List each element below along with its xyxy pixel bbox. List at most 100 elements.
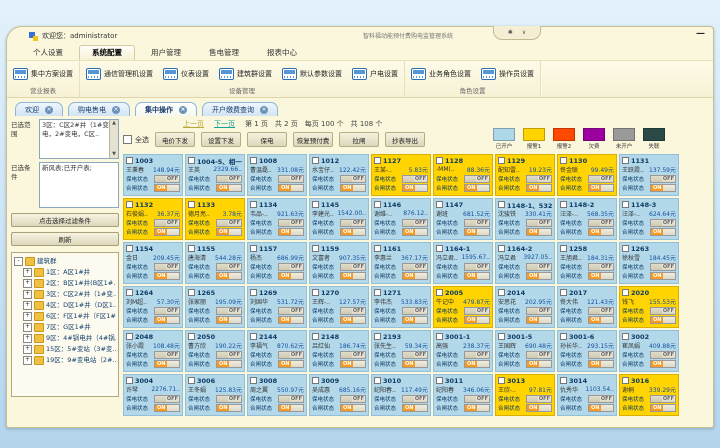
switch-state-toggle[interactable]: ON xyxy=(588,404,614,412)
choose-filter-button[interactable]: 点击选择过滤条件 xyxy=(11,213,119,227)
meter-card[interactable]: 2014 安思花 202.95元 保电状态 OFF 合闸状态 ON xyxy=(495,286,555,328)
card-checkbox[interactable] xyxy=(560,157,567,164)
power-protect-toggle[interactable]: OFF xyxy=(278,307,304,315)
ribbon-tab[interactable]: 售电管理 xyxy=(197,46,251,60)
meter-card[interactable]: 1004-5、相一 王英 2329.66.. 保电状态 OFF 合闸状态 ON xyxy=(185,154,245,196)
meter-card[interactable]: 1164-1 冯立君.. 1595.67.. 保电状态 OFF 合闸状态 ON xyxy=(433,242,493,284)
expander-icon[interactable]: + xyxy=(23,356,32,365)
meter-card[interactable]: 1146 谢维-.. 876.12.. 保电状态 OFF 合闸状态 ON xyxy=(371,198,431,240)
switch-state-toggle[interactable]: ON xyxy=(402,360,428,368)
card-checkbox[interactable] xyxy=(126,201,133,208)
ribbon-tab[interactable]: 用户管理 xyxy=(139,46,193,60)
meter-card[interactable]: 1161 李惠兰 367.17元 保电状态 OFF 合闸状态 ON xyxy=(371,242,431,284)
tree-item[interactable]: + 7区：G区1#井 xyxy=(23,322,116,333)
document-tab[interactable]: 集中操作 × xyxy=(135,102,197,117)
meter-card[interactable]: 1127 王某-.. 5.83元 保电状态 OFF 合闸状态 ON xyxy=(371,154,431,196)
tree-item[interactable]: + 19区：9#变电站（2#.. xyxy=(23,355,116,366)
card-checkbox[interactable] xyxy=(188,333,195,340)
meter-card[interactable]: 1265 张家丽 195.09元 保电状态 OFF 合闸状态 ON xyxy=(185,286,245,328)
meter-card[interactable]: 1145 李建光.. 1542.00.. 保电状态 OFF 合闸状态 ON xyxy=(309,198,369,240)
card-checkbox[interactable] xyxy=(250,289,257,296)
power-protect-toggle[interactable]: OFF xyxy=(464,351,490,359)
switch-state-toggle[interactable]: ON xyxy=(154,316,180,324)
card-checkbox[interactable] xyxy=(250,245,257,252)
scroll-down-icon[interactable]: ▼ xyxy=(112,151,116,158)
card-checkbox[interactable] xyxy=(560,201,567,208)
card-checkbox[interactable] xyxy=(498,377,505,384)
switch-state-toggle[interactable]: ON xyxy=(588,184,614,192)
power-protect-toggle[interactable]: OFF xyxy=(402,263,428,271)
power-protect-toggle[interactable]: OFF xyxy=(650,219,676,227)
switch-state-toggle[interactable]: ON xyxy=(588,360,614,368)
pin-icon[interactable]: ✱ xyxy=(508,29,513,36)
toolbar-button[interactable]: 恢复预付费 xyxy=(293,132,333,147)
switch-state-toggle[interactable]: ON xyxy=(588,228,614,236)
meter-card[interactable]: 3011 纪阳春 346.06元 保电状态 OFF 合闸状态 ON xyxy=(433,374,493,416)
switch-state-toggle[interactable]: ON xyxy=(526,272,552,280)
switch-state-toggle[interactable]: ON xyxy=(464,228,490,236)
meter-card[interactable]: 2050 曹方欣 190.22元 保电状态 OFF 合闸状态 ON xyxy=(185,330,245,372)
power-protect-toggle[interactable]: OFF xyxy=(526,219,552,227)
meter-card[interactable]: 1157 杨杰 686.99元 保电状态 OFF 合闸状态 ON xyxy=(247,242,307,284)
meter-card[interactable]: 1130 佟金联 99.49元 保电状态 OFF 合闸状态 ON xyxy=(557,154,617,196)
power-protect-toggle[interactable]: OFF xyxy=(216,351,242,359)
power-protect-toggle[interactable]: OFF xyxy=(464,307,490,315)
card-checkbox[interactable] xyxy=(188,157,195,164)
power-protect-toggle[interactable]: OFF xyxy=(402,175,428,183)
tree-root[interactable]: - 建筑群 xyxy=(14,256,116,267)
switch-state-toggle[interactable]: ON xyxy=(650,360,676,368)
power-protect-toggle[interactable]: OFF xyxy=(526,351,552,359)
power-protect-toggle[interactable]: OFF xyxy=(154,175,180,183)
meter-card[interactable]: 2048 张小霞 108.48元 保电状态 OFF 合闸状态 ON xyxy=(123,330,183,372)
power-protect-toggle[interactable]: OFF xyxy=(216,219,242,227)
toolbar-button[interactable]: 设置下发 xyxy=(201,132,241,147)
meter-card[interactable]: 1148-1、532 沈骏铁 330.41元 保电状态 OFF 合闸状态 ON xyxy=(495,198,555,240)
meter-card[interactable]: 1148-2 汪泽-.. 568.35元 保电状态 OFF 合闸状态 ON xyxy=(557,198,617,240)
meter-card[interactable]: 2193 张先生.. 59.34元 保电状态 OFF 合闸状态 ON xyxy=(371,330,431,372)
switch-state-toggle[interactable]: ON xyxy=(464,316,490,324)
power-protect-toggle[interactable]: OFF xyxy=(526,307,552,315)
ribbon-tab[interactable]: 个人设置 xyxy=(21,46,75,60)
power-protect-toggle[interactable]: OFF xyxy=(402,219,428,227)
switch-state-toggle[interactable]: ON xyxy=(526,316,552,324)
card-checkbox[interactable] xyxy=(188,245,195,252)
card-checkbox[interactable] xyxy=(622,333,629,340)
card-checkbox[interactable] xyxy=(374,333,381,340)
expander-icon[interactable]: + xyxy=(23,301,32,310)
meter-card[interactable]: 1258 王旭君.. 184.31元 保电状态 OFF 合闸状态 ON xyxy=(557,242,617,284)
prev-page-link[interactable]: 上一页 xyxy=(183,119,204,129)
next-page-link[interactable]: 下一页 xyxy=(214,119,235,129)
card-checkbox[interactable] xyxy=(498,289,505,296)
selected-range-box[interactable]: 3区：C区2#井（1#变电，2#变电，C区.. ▲ ▼ xyxy=(39,119,119,159)
power-protect-toggle[interactable]: OFF xyxy=(464,175,490,183)
meter-card[interactable]: 1148-3 汪泽-.. 624.64元 保电状态 OFF 合闸状态 ON xyxy=(619,198,679,240)
meter-card[interactable]: 3001-6 孙长华.. 293.15元 保电状态 OFF 合闸状态 ON xyxy=(557,330,617,372)
card-checkbox[interactable] xyxy=(622,377,629,384)
meter-card[interactable]: 3001-1 高强 238.37元 保电状态 OFF 合闸状态 ON xyxy=(433,330,493,372)
close-icon[interactable]: × xyxy=(112,106,120,114)
power-protect-toggle[interactable]: OFF xyxy=(588,175,614,183)
toolbar-button[interactable]: 抄表导出 xyxy=(385,132,425,147)
power-protect-toggle[interactable]: OFF xyxy=(650,395,676,403)
power-protect-toggle[interactable]: OFF xyxy=(340,175,366,183)
switch-state-toggle[interactable]: ON xyxy=(526,184,552,192)
meter-card[interactable]: 1003 王秉春 148.94元 保电状态 OFF 合闸状态 ON xyxy=(123,154,183,196)
power-protect-toggle[interactable]: OFF xyxy=(278,175,304,183)
meter-card[interactable]: 3009 吴成惠 685.16元 保电状态 OFF 合闸状态 ON xyxy=(309,374,369,416)
card-checkbox[interactable] xyxy=(126,245,133,252)
scroll-up-icon[interactable]: ▲ xyxy=(112,120,116,127)
card-checkbox[interactable] xyxy=(374,201,381,208)
card-checkbox[interactable] xyxy=(436,289,443,296)
switch-state-toggle[interactable]: ON xyxy=(278,316,304,324)
switch-state-toggle[interactable]: ON xyxy=(154,184,180,192)
ribbon-button[interactable]: 户电设置 xyxy=(352,68,398,80)
meter-card[interactable]: 1134 韦品-.. 921.63元 保电状态 OFF 合闸状态 ON xyxy=(247,198,307,240)
close-icon[interactable]: × xyxy=(45,106,53,114)
card-checkbox[interactable] xyxy=(250,157,257,164)
card-checkbox[interactable] xyxy=(560,333,567,340)
power-protect-toggle[interactable]: OFF xyxy=(402,395,428,403)
power-protect-toggle[interactable]: OFF xyxy=(154,351,180,359)
power-protect-toggle[interactable]: OFF xyxy=(278,263,304,271)
card-checkbox[interactable] xyxy=(250,201,257,208)
toolbar-button[interactable]: 拉闸 xyxy=(339,132,379,147)
